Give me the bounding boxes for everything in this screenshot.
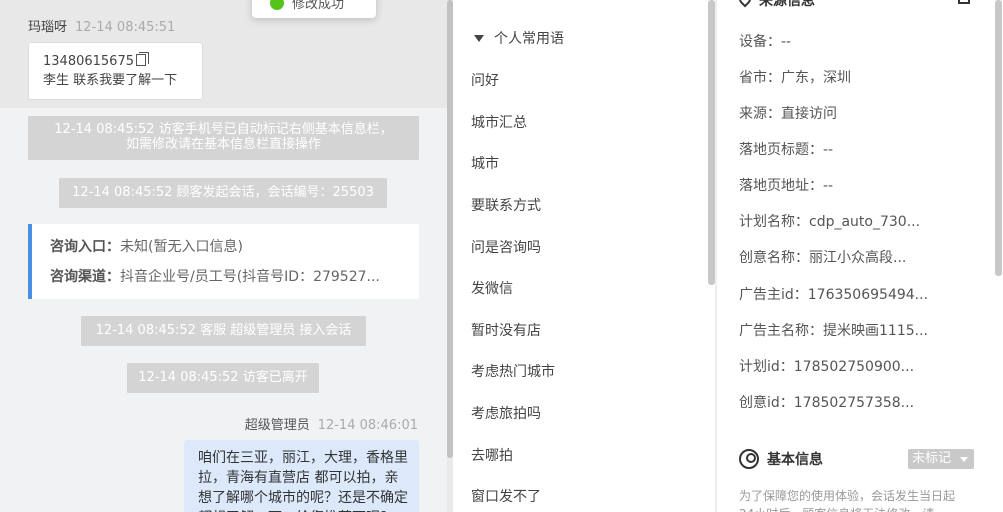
toast-text: 修改成功: [292, 0, 345, 12]
phrase-item[interactable]: 暂时没有店: [471, 320, 541, 340]
info-plan-name: 计划名称：cdp_auto_730...: [739, 214, 921, 230]
visitor-bubble: 13480615675 李生 联系我要了解一下: [28, 42, 203, 100]
privacy-note: 为了保障您的使用体验，会话发生当日起24小时后，顾客信息将无法修改，请: [739, 489, 956, 512]
source-info-header: 来源信息: [736, 0, 815, 10]
info-creative-name: 创意名称：丽江小众高段...: [739, 250, 907, 266]
agent-name: 超级管理员: [244, 418, 310, 433]
visitor-header: 玛瑙呀 12-14 08:45:51: [28, 16, 175, 35]
caret-down-icon: [474, 35, 484, 42]
success-icon: [270, 0, 284, 10]
info-landing-url: 落地页地址：--: [739, 178, 834, 194]
phrase-item[interactable]: 考虑旅拍吗: [471, 403, 541, 423]
phrase-item[interactable]: 窗口发不了: [471, 486, 541, 506]
phrase-item[interactable]: 发微信: [471, 278, 513, 298]
phrase-item[interactable]: 要联系方式: [471, 195, 541, 215]
visitor-phone: 13480615675: [43, 54, 134, 69]
phrase-item[interactable]: 城市: [471, 153, 499, 173]
info-advertiser-name: 广告主名称：提米映画1115...: [739, 323, 928, 339]
phrase-item[interactable]: 去哪拍: [471, 445, 513, 465]
consult-entry-label: 咨询入口：: [50, 239, 120, 255]
tag-dropdown[interactable]: 未标记: [908, 449, 974, 469]
visitor-name: 玛瑙呀: [28, 20, 68, 35]
phrase-item[interactable]: 问是咨询吗: [471, 237, 541, 257]
info-plan-id: 计划id：178502750900...: [739, 359, 915, 375]
system-message-session-start: 12-14 08:45:52 顾客发起会话，会话编号：25503: [59, 178, 387, 208]
phrase-item[interactable]: 问好: [471, 70, 499, 90]
visitor-message-block: 玛瑙呀 12-14 08:45:51 13480615675 李生 联系我要了解一…: [0, 0, 447, 108]
consult-channel-row: 咨询渠道：抖音企业号/员工号(抖音号ID：279527...: [50, 266, 419, 296]
info-region: 省市：广东，深圳: [739, 70, 851, 86]
info-device: 设备：--: [739, 34, 792, 50]
consult-entry-row: 咨询入口：未知(暂无入口信息): [50, 236, 419, 266]
phrase-item[interactable]: 城市汇总: [471, 112, 527, 132]
system-message-phone-tag: 12-14 08:45:52 访客手机号已自动标记右侧基本信息栏，如需修改请在基…: [28, 116, 419, 160]
success-toast: 修改成功: [252, 0, 376, 18]
agent-time: 12-14 08:46:01: [317, 418, 418, 433]
info-advertiser-id: 广告主id：176350695494...: [739, 287, 929, 303]
info-source: 来源：直接访问: [739, 106, 837, 122]
consult-channel-value: 抖音企业号/员工号(抖音号ID：279527...: [120, 269, 380, 285]
consult-entry-value: 未知(暂无入口信息): [120, 239, 243, 255]
source-info-title: 来源信息: [759, 0, 815, 9]
visitor-time: 12-14 08:45:51: [75, 20, 176, 35]
phrase-group-toggle[interactable]: 个人常用语: [474, 28, 564, 48]
visitor-message: 李生 联系我要了解一下: [43, 73, 178, 88]
consult-info-card: 咨询入口：未知(暂无入口信息) 咨询渠道：抖音企业号/员工号(抖音号ID：279…: [28, 224, 419, 299]
agent-header: 超级管理员 12-14 08:46:01: [245, 414, 418, 433]
phrases-scrollbar-thumb[interactable]: [708, 0, 715, 285]
basic-info-header: 基本信息: [739, 449, 823, 469]
info-scrollbar-thumb[interactable]: [995, 0, 1002, 276]
agent-bubble: 咱们在三亚，丽江，大理，香格里拉，青海有直营店 都可以拍，亲想了解哪个城市的呢？…: [184, 440, 419, 512]
info-creative-id: 创意id：178502757358...: [739, 395, 915, 411]
phrase-item[interactable]: 考虑热门城市: [471, 361, 555, 381]
edit-icon[interactable]: [958, 0, 970, 4]
info-landing-title: 落地页标题：--: [739, 142, 834, 158]
basic-info-title: 基本信息: [767, 452, 823, 468]
copy-icon[interactable]: [135, 52, 149, 66]
phrase-group-label: 个人常用语: [494, 31, 564, 47]
user-icon: [739, 449, 759, 469]
chat-panel: 玛瑙呀 12-14 08:45:51 13480615675 李生 联系我要了解一…: [0, 0, 447, 512]
consult-channel-label: 咨询渠道：: [50, 269, 120, 285]
system-message-visitor-left: 12-14 08:45:52 访客已离开: [127, 363, 319, 393]
location-pin-icon: [736, 0, 754, 8]
system-message-agent-join: 12-14 08:45:52 客服 超级管理员 接入会话: [81, 316, 366, 346]
